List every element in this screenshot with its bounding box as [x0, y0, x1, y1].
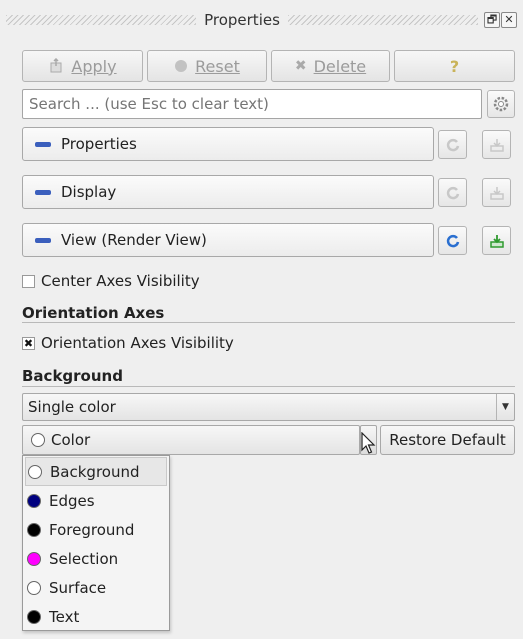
apply-button[interactable]: Apply	[22, 50, 143, 82]
chevron-down-icon: ▼	[496, 394, 514, 420]
reload-icon	[446, 138, 459, 151]
color-label: Color	[51, 431, 91, 449]
titlebar-grip-right	[287, 15, 478, 25]
menu-item-label: Surface	[49, 578, 107, 597]
color-palette-menu: Background Edges Foreground Selection Su…	[22, 455, 170, 631]
background-mode-select[interactable]: Single color ▼	[22, 393, 515, 421]
menu-item-label: Selection	[49, 549, 119, 568]
view-reload-button[interactable]	[438, 226, 467, 255]
titlebar-grip-left	[6, 15, 197, 25]
menu-item-label: Text	[49, 607, 80, 626]
menu-item-label: Foreground	[49, 520, 135, 539]
display-reload-button[interactable]	[438, 178, 467, 207]
close-panel-icon[interactable]: ✕	[501, 12, 517, 28]
color-swatch-icon	[28, 464, 42, 479]
color-button[interactable]: Color	[22, 425, 360, 455]
collapse-icon	[35, 237, 51, 243]
menu-item-text[interactable]: Text	[23, 602, 169, 631]
reload-icon	[446, 234, 459, 247]
center-axes-visibility-row[interactable]: Center Axes Visibility	[22, 272, 200, 290]
color-swatch-icon	[31, 433, 45, 447]
delete-label: Delete	[313, 56, 367, 76]
help-button[interactable]: ?	[394, 50, 515, 82]
float-panel-icon[interactable]: 🗗	[484, 12, 500, 28]
menu-item-edges[interactable]: Edges	[23, 486, 169, 515]
properties-save-default-button[interactable]	[482, 130, 511, 159]
color-swatch-icon	[27, 551, 41, 566]
advanced-settings-button[interactable]	[487, 90, 515, 118]
download-icon	[489, 186, 504, 200]
download-icon	[489, 138, 504, 152]
orientation-axes-visibility-row[interactable]: ✖ Orientation Axes Visibility	[22, 334, 234, 352]
search-input[interactable]	[22, 89, 482, 119]
display-save-default-button[interactable]	[482, 178, 511, 207]
orientation-axes-visibility-checkbox[interactable]: ✖	[22, 336, 35, 350]
menu-item-surface[interactable]: Surface	[23, 573, 169, 602]
delete-button[interactable]: ✖ Delete	[271, 50, 390, 82]
reset-icon	[175, 60, 188, 72]
background-heading: Background	[22, 367, 123, 385]
apply-label: Apply	[71, 56, 117, 76]
menu-item-label: Edges	[49, 491, 95, 510]
divider	[22, 386, 515, 387]
reset-label: Reset	[195, 56, 240, 76]
section-properties[interactable]: Properties	[22, 127, 434, 161]
reset-button[interactable]: Reset	[147, 50, 267, 82]
section-display-label: Display	[61, 183, 117, 201]
download-icon	[489, 234, 504, 248]
color-swatch-icon	[27, 580, 41, 595]
panel-titlebar[interactable]: Properties 🗗 ✕	[0, 0, 523, 40]
color-swatch-icon	[27, 493, 41, 508]
menu-item-selection[interactable]: Selection	[23, 544, 169, 573]
orientation-axes-visibility-label: Orientation Axes Visibility	[41, 334, 234, 352]
section-properties-label: Properties	[61, 135, 137, 153]
help-icon: ?	[449, 56, 460, 76]
background-mode-value: Single color	[28, 398, 116, 416]
properties-reload-button[interactable]	[438, 130, 467, 159]
mouse-cursor-icon	[361, 432, 376, 454]
divider	[22, 322, 515, 323]
menu-item-foreground[interactable]: Foreground	[23, 515, 169, 544]
orientation-axes-heading: Orientation Axes	[22, 304, 165, 322]
menu-item-label: Background	[50, 462, 140, 481]
delete-icon: ✖	[294, 58, 307, 74]
restore-default-button[interactable]: Restore Default	[380, 425, 515, 455]
menu-item-background[interactable]: Background	[25, 457, 167, 486]
apply-icon	[50, 58, 62, 73]
gear-icon	[493, 96, 509, 112]
color-swatch-icon	[27, 609, 41, 624]
collapse-icon	[35, 189, 51, 195]
view-save-default-button[interactable]	[482, 226, 511, 255]
section-display[interactable]: Display	[22, 175, 434, 209]
panel-title: Properties	[204, 11, 280, 29]
reload-icon	[446, 186, 459, 199]
color-swatch-icon	[27, 522, 41, 537]
center-axes-visibility-checkbox[interactable]	[22, 274, 35, 288]
section-view[interactable]: View (Render View)	[22, 223, 434, 257]
center-axes-visibility-label: Center Axes Visibility	[41, 272, 200, 290]
section-view-label: View (Render View)	[61, 231, 207, 249]
collapse-icon	[35, 141, 51, 147]
